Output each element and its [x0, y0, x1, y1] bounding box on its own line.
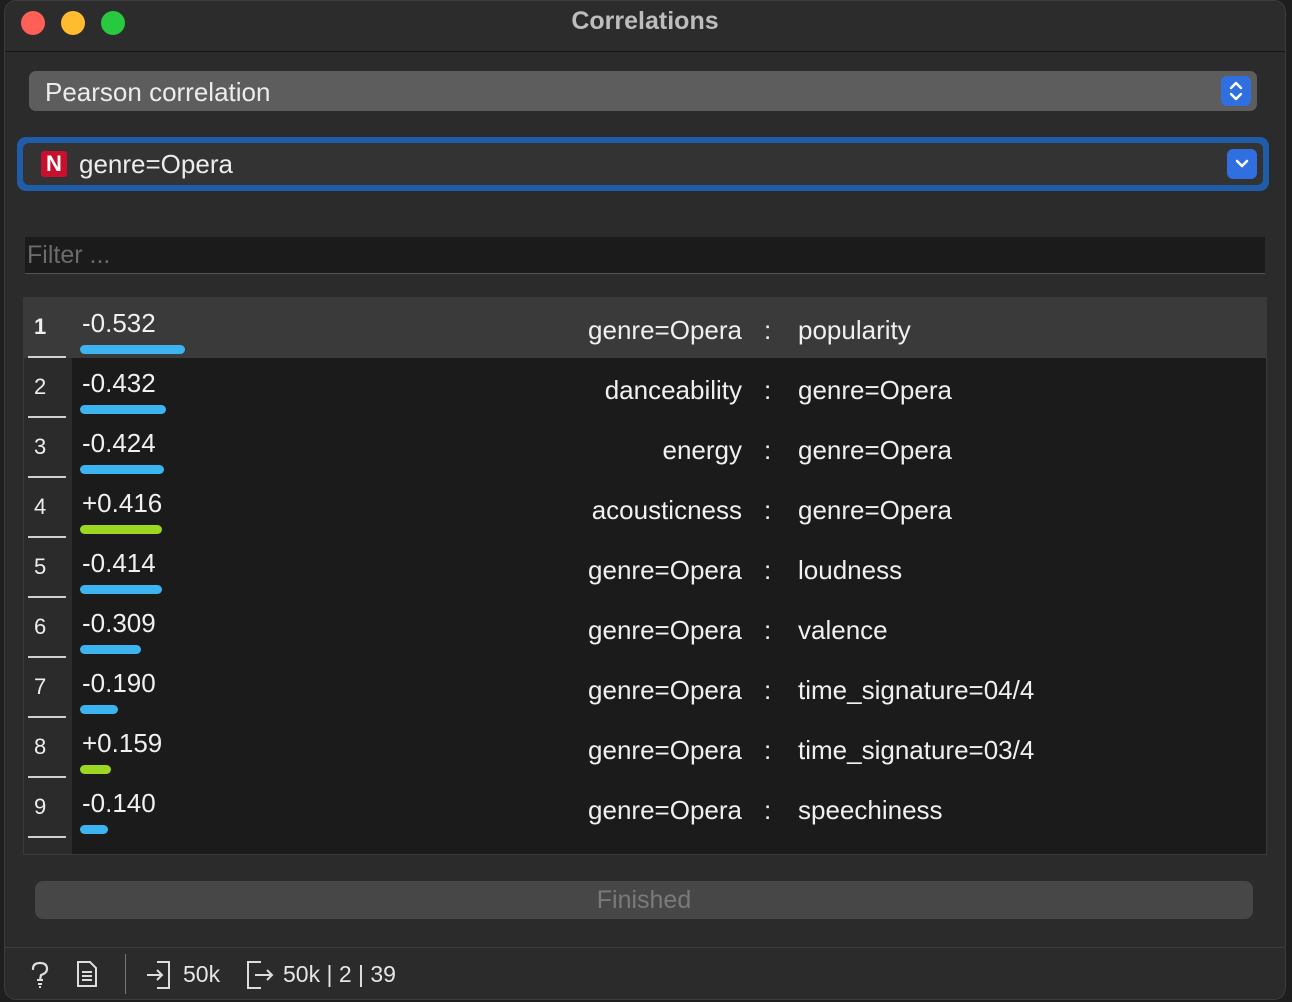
- attribute-2: genre=Opera: [798, 375, 952, 405]
- pair-separator: :: [764, 555, 772, 585]
- feature-select-label: genre=Opera: [79, 149, 233, 179]
- correlation-value: -0.140: [82, 788, 156, 818]
- correlation-value: +0.159: [82, 728, 163, 758]
- row-number: 9: [24, 778, 72, 838]
- feature-select[interactable]: N genre=Opera: [23, 143, 1263, 185]
- table-row[interactable]: 2 -0.432 danceability: genre=Opera: [24, 358, 1266, 418]
- attribute-1: genre=Opera: [588, 735, 742, 765]
- table-row[interactable]: 9 -0.140 genre=Opera: speechiness: [24, 778, 1266, 838]
- title-bar: Correlations: [5, 1, 1285, 52]
- table-row[interactable]: 3 -0.424 energy: genre=Opera: [24, 418, 1266, 478]
- row-number-label: 6: [34, 614, 47, 639]
- attribute-2: popularity: [798, 315, 911, 345]
- input-icon: [145, 960, 173, 995]
- row-number: 3: [24, 418, 72, 478]
- correlation-method-label: Pearson correlation: [45, 77, 271, 107]
- pair-separator: :: [764, 495, 772, 525]
- table-row[interactable]: 5 -0.414 genre=Opera: loudness: [24, 538, 1266, 598]
- table-row[interactable]: 7 -0.190 genre=Opera: time_signature=04/4: [24, 658, 1266, 718]
- correlation-bar: [80, 405, 166, 414]
- attribute-2: genre=Opera: [798, 495, 952, 525]
- correlation-value: -0.414: [82, 548, 156, 578]
- correlation-value: -0.532: [82, 308, 156, 338]
- attribute-2: speechiness: [798, 795, 943, 825]
- correlations-window: Correlations Pearson correlation N genre…: [4, 0, 1286, 1000]
- row-number-label: 3: [34, 434, 47, 459]
- pair-separator: :: [764, 315, 772, 345]
- attribute-1: danceability: [604, 375, 742, 405]
- row-number-label: 5: [34, 554, 47, 579]
- pair-separator: :: [764, 435, 772, 465]
- row-number-label: 9: [34, 794, 47, 819]
- progress-bar: Finished: [35, 881, 1253, 919]
- filter-field[interactable]: [25, 237, 1265, 274]
- numeric-variable-icon: N: [41, 151, 67, 177]
- row-number-label: 2: [34, 374, 47, 399]
- filter-input[interactable]: [25, 237, 1265, 273]
- help-icon[interactable]: [27, 960, 53, 995]
- attribute-2: genre=Opera: [798, 435, 952, 465]
- report-icon[interactable]: [75, 960, 99, 993]
- attribute-1: genre=Opera: [588, 675, 742, 705]
- table-row[interactable]: 6 -0.309 genre=Opera: valence: [24, 598, 1266, 658]
- correlation-bar: [80, 465, 164, 474]
- table-row[interactable]: 1 -0.532 genre=Opera: popularity: [24, 298, 1266, 358]
- row-number: 4: [24, 478, 72, 538]
- attribute-2: time_signature=04/4: [798, 675, 1035, 705]
- row-number: 1: [24, 298, 72, 358]
- pair-separator: :: [764, 375, 772, 405]
- row-number-label: 8: [34, 734, 47, 759]
- attribute-1: genre=Opera: [588, 315, 742, 345]
- status-bar: 50k 50k | 2 | 39: [5, 947, 1285, 999]
- row-number: 6: [24, 598, 72, 658]
- correlation-value: +0.416: [82, 488, 163, 518]
- row-number: 5: [24, 538, 72, 598]
- correlation-bar: [80, 765, 111, 774]
- table-row[interactable]: 4 +0.416 acousticness: genre=Opera: [24, 478, 1266, 538]
- attribute-2: loudness: [798, 555, 903, 585]
- feature-select-focus-ring: N genre=Opera: [17, 137, 1269, 191]
- attribute-2: valence: [798, 615, 888, 645]
- correlation-bar: [80, 345, 185, 354]
- correlation-table[interactable]: 1 -0.532 genre=Opera: popularity 2 -0.432 danc…: [23, 297, 1267, 855]
- correlation-bar: [80, 645, 141, 654]
- pair-separator: :: [764, 675, 772, 705]
- output-summary: 50k | 2 | 39: [283, 961, 396, 987]
- correlation-method-select[interactable]: Pearson correlation: [29, 71, 1257, 111]
- window-title: Correlations: [571, 7, 719, 35]
- correlation-value: -0.424: [82, 428, 156, 458]
- row-separator: [28, 836, 66, 838]
- row-number-label: 7: [34, 674, 47, 699]
- row-number-label: 4: [34, 494, 47, 519]
- attribute-1: energy: [662, 435, 743, 465]
- correlation-bar: [80, 525, 162, 534]
- status-divider: [125, 954, 126, 994]
- attribute-1: genre=Opera: [588, 555, 742, 585]
- input-count: 50k: [183, 961, 221, 987]
- correlation-value: -0.190: [82, 668, 156, 698]
- table-row[interactable]: 8 +0.159 genre=Opera: time_signature=03/4: [24, 718, 1266, 778]
- row-number-label: 1: [34, 314, 47, 339]
- chevron-down-icon: [1227, 149, 1257, 179]
- pair-separator: :: [764, 735, 772, 765]
- attribute-1: genre=Opera: [588, 615, 742, 645]
- correlation-bar: [80, 705, 118, 714]
- attribute-1: acousticness: [591, 495, 742, 525]
- row-number: 2: [24, 358, 72, 418]
- output-icon: [245, 960, 275, 995]
- correlation-value: -0.309: [82, 608, 156, 638]
- attribute-2: time_signature=03/4: [798, 735, 1035, 765]
- row-number: 7: [24, 658, 72, 718]
- pair-separator: :: [764, 795, 772, 825]
- correlation-value: -0.432: [82, 368, 156, 398]
- progress-label: Finished: [596, 886, 692, 914]
- attribute-1: genre=Opera: [588, 795, 742, 825]
- up-down-chevron-icon: [1221, 76, 1251, 106]
- correlation-bar: [80, 825, 108, 834]
- row-number: 8: [24, 718, 72, 778]
- correlation-bar: [80, 585, 162, 594]
- pair-separator: :: [764, 615, 772, 645]
